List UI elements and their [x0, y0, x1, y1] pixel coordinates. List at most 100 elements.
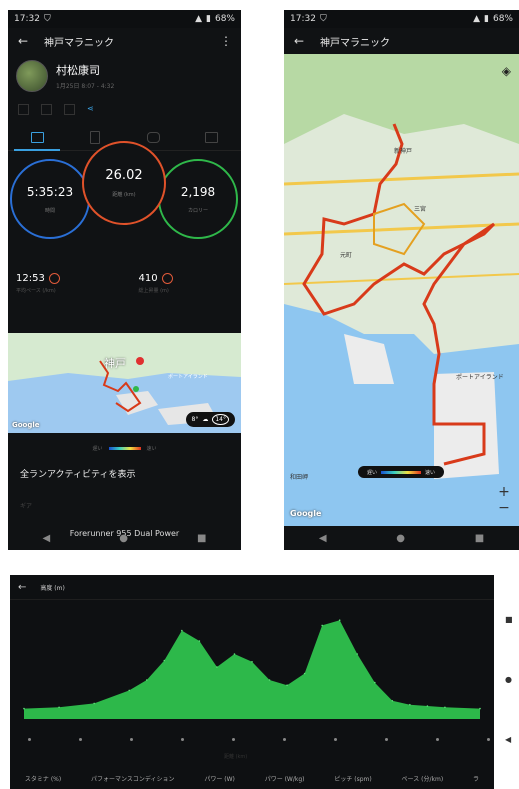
ascent-stat: 410 総上昇量 (m) [111, 273, 234, 307]
legend-gradient [108, 446, 141, 450]
pace-legend: 遅い 速い [8, 433, 241, 463]
metric-tab[interactable]: パワー (W/kg) [265, 774, 305, 783]
elevation-point [409, 703, 411, 706]
metric-tab[interactable]: スタミナ (%) [25, 774, 61, 783]
tab-charts[interactable] [183, 124, 241, 150]
nav-back-icon[interactable]: ◀ [43, 533, 51, 544]
elevation-point [444, 706, 446, 709]
legend-fast: 速い [146, 445, 157, 452]
elevation-point [268, 679, 271, 681]
calories-value: 2,198 [180, 184, 216, 199]
nav-back-icon[interactable]: ◀ [319, 533, 327, 544]
more-menu-icon[interactable]: ⋮ [219, 34, 233, 48]
route-map[interactable]: 三宮 ポートアイランド 新神戸 元町 和田岬 ◈ 遅い 速い + − Googl… [284, 54, 519, 526]
metric-tab[interactable]: ピッチ (spm) [334, 774, 371, 783]
profile-subtitle: 1月25日 8:07 - 4:32 [56, 83, 115, 90]
metric-tabs: スタミナ (%) パフォーマンスコンディション パワー (W) パワー (W/kg) ピ… [10, 774, 494, 783]
elevation-point [373, 681, 376, 684]
route-minimap[interactable]: 神戸 ポートアイランド Google 8° ☁ 14° [8, 333, 241, 433]
metric-tab[interactable]: ラ [473, 774, 479, 783]
x-axis-label: 距離 (km) [224, 754, 248, 760]
elevation-point [145, 679, 148, 681]
back-button-icon[interactable]: ◀ [505, 735, 511, 744]
metric-tab[interactable]: ペース (分/km) [402, 774, 444, 783]
map-label-sannomiya: 三宮 [414, 206, 427, 213]
map-label-port-island: ポートアイランド [456, 374, 504, 381]
stats-icon [90, 130, 101, 144]
system-nav-bar: ◀ ● ■ [284, 526, 519, 550]
battery-icon: ▮ [484, 14, 489, 24]
pace-stat: 12:53 平均ペース (/km) [16, 273, 111, 307]
view-all-activities-link[interactable]: 全ランアクティビティを表示 [8, 463, 241, 495]
recents-button-icon[interactable]: ■ [505, 615, 513, 624]
battery-level: 68% [492, 14, 513, 24]
x-tick [385, 738, 388, 741]
nav-home-icon[interactable]: ● [396, 533, 405, 544]
distance-label: 距離 (km) [112, 192, 136, 198]
time-value: 5:35:23 [26, 184, 74, 199]
pace-label: 平均ペース (/km) [16, 288, 56, 294]
app-bar: ← 神戸マラニック [284, 28, 519, 54]
ascent-icon [161, 273, 173, 284]
profile-name: 村松康司 [56, 64, 100, 77]
time-ring: 5:35:23 時間 [10, 159, 90, 239]
elevation-point [356, 653, 359, 655]
elevation-point [321, 624, 323, 627]
x-tick [130, 738, 133, 741]
back-arrow-icon[interactable]: ← [18, 582, 26, 593]
charts-icon [205, 131, 219, 143]
tab-overview[interactable] [8, 124, 66, 151]
x-tick [436, 738, 439, 741]
laps-icon [147, 131, 161, 143]
google-logo: Google [290, 509, 322, 518]
pace-value: 12:53 [16, 273, 45, 284]
calories-ring: 2,198 カロリー [158, 159, 238, 239]
like-icon[interactable] [18, 104, 29, 115]
back-arrow-icon[interactable]: ← [292, 34, 306, 48]
signal-icon: ▲ [473, 14, 481, 24]
nav-home-icon[interactable]: ● [119, 533, 128, 544]
elevation-point [286, 684, 288, 686]
time-label: 時間 [44, 207, 55, 214]
home-button-icon[interactable]: ● [505, 675, 512, 684]
x-tick [28, 738, 31, 741]
status-bar: 17:32 ⛉ ▲ ▮ 68% [284, 10, 519, 28]
gear-section: ギア [20, 503, 33, 510]
share-icon[interactable]: ⋖ [87, 104, 96, 113]
status-bar: 17:32 ⛉ ▲ ▮ 68% [8, 10, 241, 28]
comment-icon[interactable] [41, 104, 52, 115]
layers-icon[interactable]: ◈ [502, 64, 511, 78]
back-arrow-icon[interactable]: ← [16, 34, 30, 48]
distance-value: 26.02 [105, 168, 143, 183]
x-tick [181, 738, 184, 741]
temp-low: 8° [191, 416, 199, 423]
stat-rings: 5:35:23 時間 2,198 カロリー 26.02 距離 (km) [8, 141, 241, 261]
avatar[interactable] [16, 60, 48, 92]
map-label-motomachi: 元町 [340, 252, 353, 259]
elevation-point [216, 666, 218, 668]
page-title: 神戸マラニック [44, 37, 114, 49]
ascent-label: 総上昇量 (m) [138, 288, 169, 294]
nav-recents-icon[interactable]: ■ [475, 533, 484, 544]
battery-icon: ▮ [206, 14, 211, 24]
map-label-kobe: 神戸 [104, 357, 126, 370]
nav-recents-icon[interactable]: ■ [197, 533, 206, 544]
map-label-wadamisaki: 和田岬 [290, 474, 309, 481]
metric-tab[interactable]: パフォーマンスコンディション [91, 774, 174, 783]
x-axis-ticks [10, 738, 494, 748]
pace-legend: 遅い 速い [358, 466, 444, 478]
elevation-point [58, 706, 60, 709]
elevation-point [181, 629, 183, 632]
overview-icon [30, 131, 44, 143]
save-icon[interactable] [64, 104, 75, 115]
weather-chip: 8° ☁ 14° [185, 412, 235, 427]
x-tick [232, 738, 235, 741]
status-time: 17:32 [290, 14, 316, 24]
status-time: 17:32 [14, 14, 40, 24]
elevation-point [198, 640, 201, 642]
zoom-in-button[interactable]: + [497, 484, 511, 500]
elevation-chart-screen: ← 高度 (m) 距離 (km) スタミナ (%) パフォーマンスコンディション パ… [10, 575, 494, 789]
metric-tab[interactable]: パワー (W) [204, 774, 235, 783]
zoom-out-button[interactable]: − [497, 500, 511, 516]
elevation-point [303, 672, 306, 675]
